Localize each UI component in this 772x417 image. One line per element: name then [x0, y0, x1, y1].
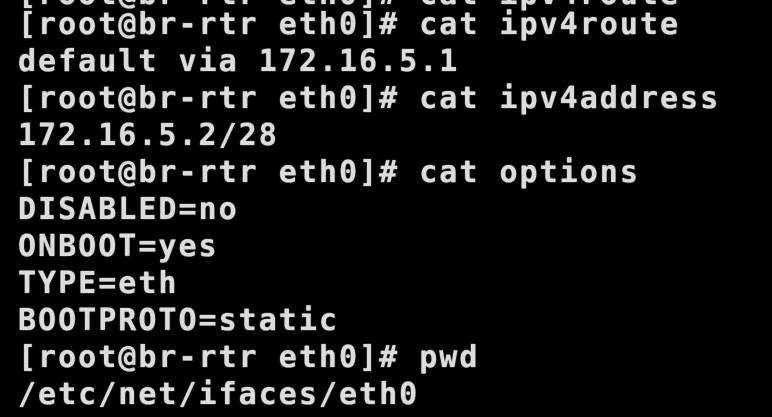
terminal-line: [root@br-rtr eth0]# pwd: [18, 340, 480, 375]
terminal-line: default via 172.16.5.1: [18, 44, 460, 79]
terminal-line: [root@br-rtr eth0]# cat ipv4address: [18, 81, 721, 116]
terminal-line: [root@br-rtr eth0]# cat options: [18, 155, 640, 190]
terminal-line: 172.16.5.2/28: [18, 118, 279, 153]
terminal-line: DISABLED=no: [18, 192, 239, 227]
terminal-line: /etc/net/ifaces/eth0: [18, 377, 420, 412]
terminal-line: BOOTPROTO=static: [18, 303, 339, 338]
terminal-line: [root@br-rtr eth0]# cat ipv4route: [18, 7, 681, 42]
terminal-window[interactable]: [root@br-rtr eth0]# cat ipv4route [root@…: [0, 0, 772, 417]
terminal-line: TYPE=eth: [18, 266, 179, 301]
terminal-line: ONBOOT=yes: [18, 229, 219, 264]
